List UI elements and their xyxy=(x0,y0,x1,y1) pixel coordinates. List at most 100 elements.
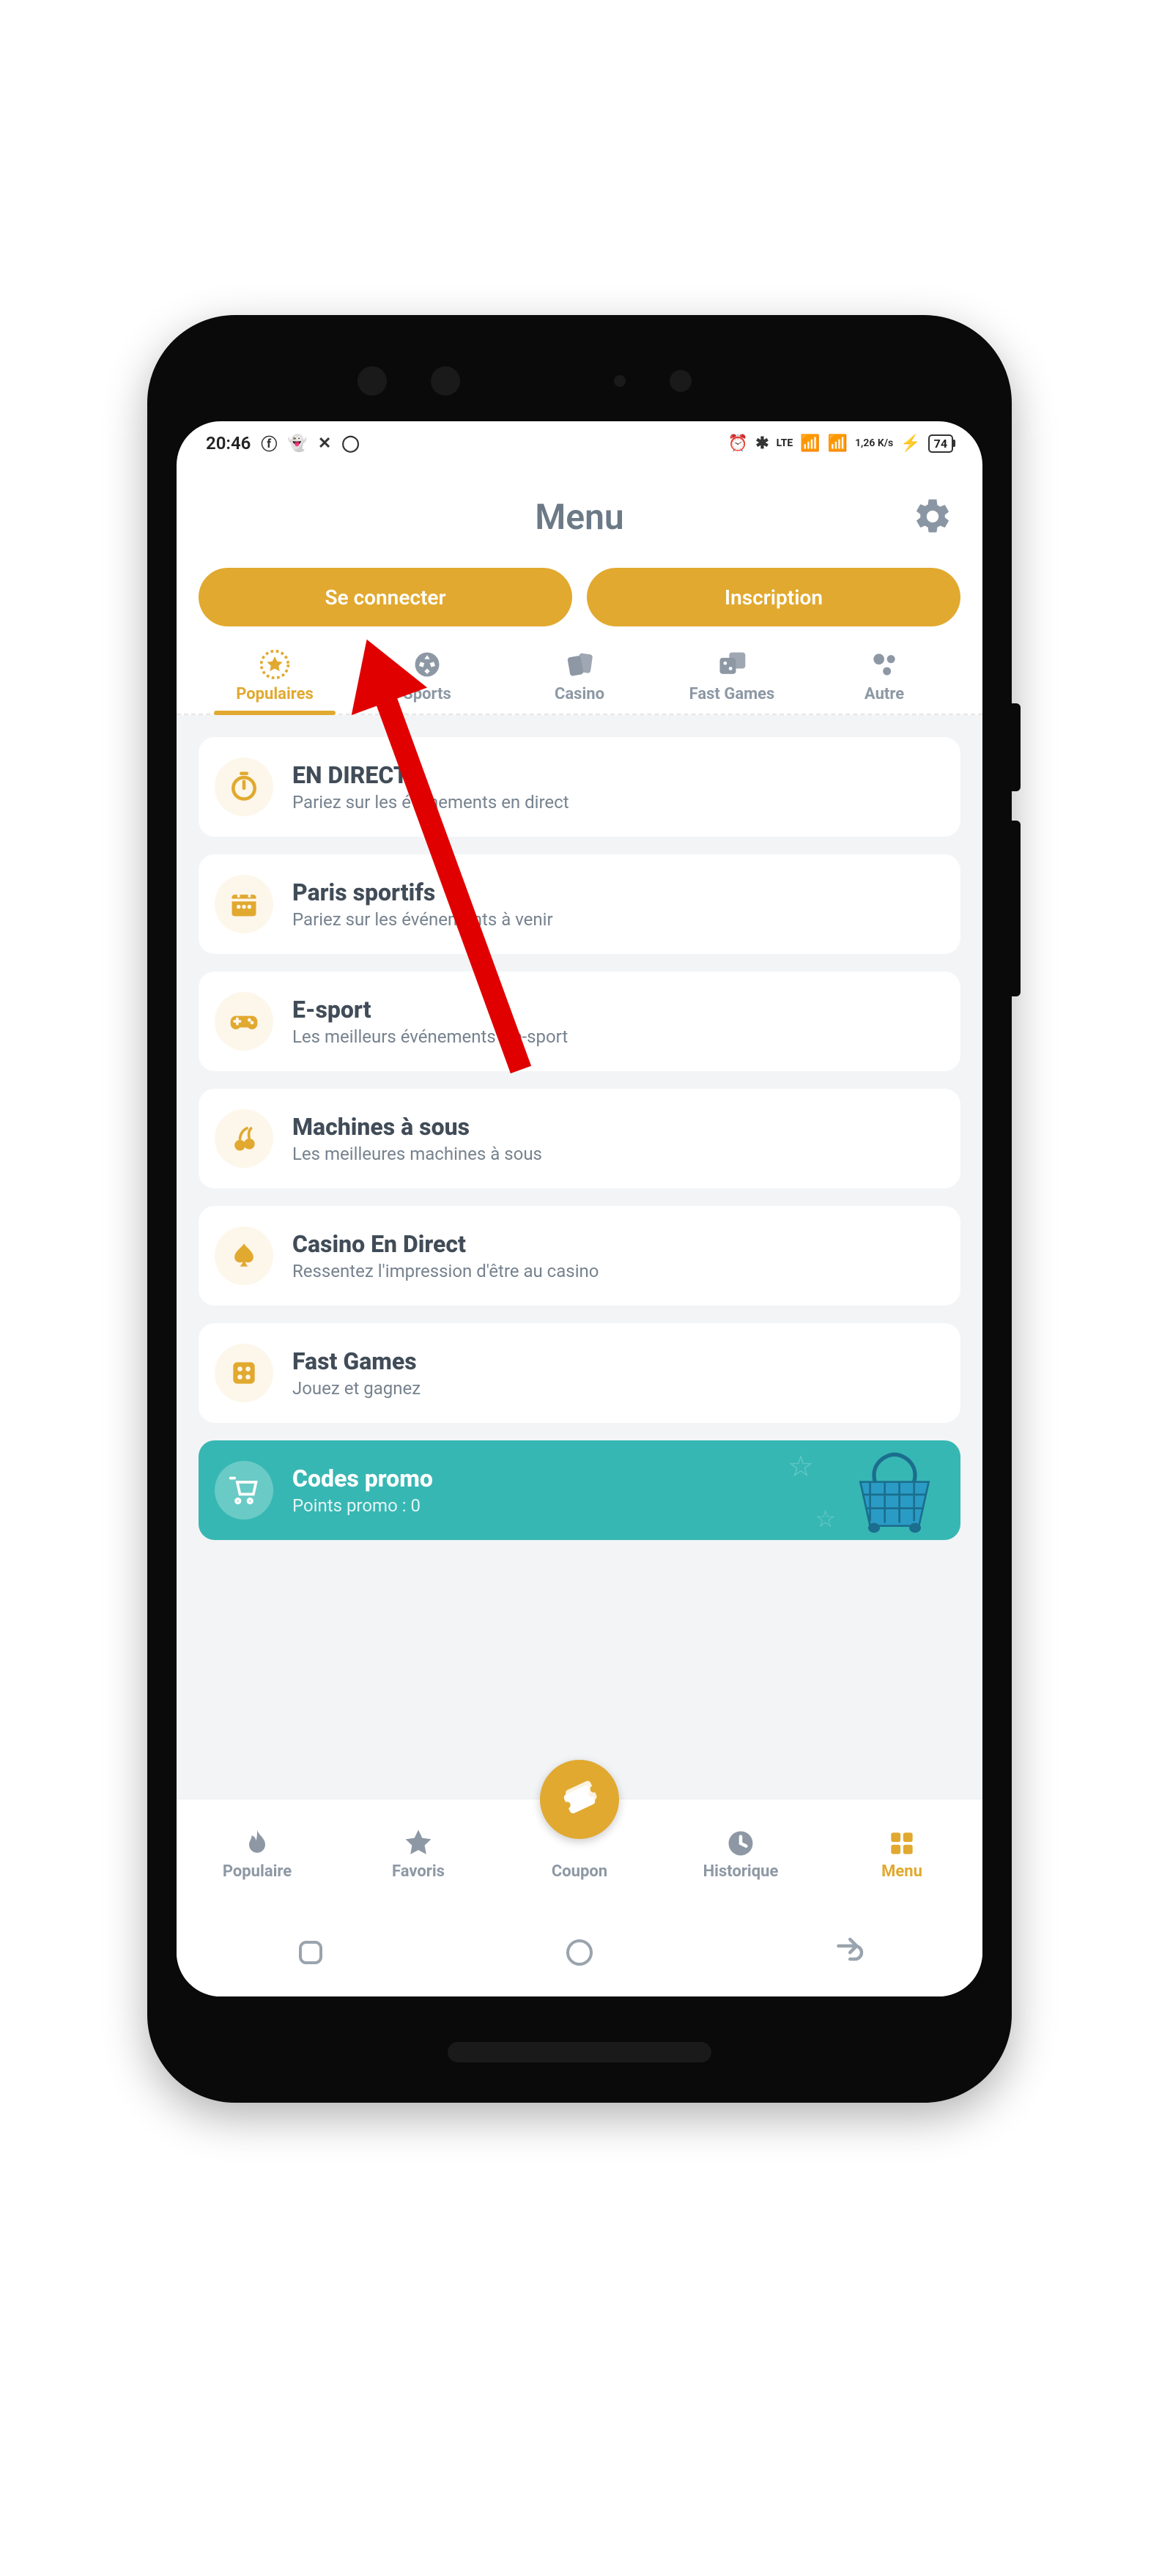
menu-title: EN DIRECT xyxy=(292,761,569,789)
battery-level: 74 xyxy=(928,434,953,453)
nav-label: Populaire xyxy=(223,1862,292,1881)
menu-item-live[interactable]: EN DIRECT Pariez sur les événements en d… xyxy=(199,737,960,837)
coupon-fab[interactable] xyxy=(540,1760,619,1839)
cart-icon xyxy=(228,1474,260,1506)
menu-text: E-sport Les meilleurs événements d'e-spo… xyxy=(292,996,568,1047)
menu-item-fast-games[interactable]: Fast Games Jouez et gagnez xyxy=(199,1323,960,1423)
phone-side-button xyxy=(1012,703,1021,791)
network-rate: 1,26 K/s xyxy=(855,437,893,449)
star-badge-icon xyxy=(259,648,291,681)
menu-item-sports[interactable]: Paris sportifs Pariez sur les événements… xyxy=(199,854,960,954)
menu-text: Casino En Direct Ressentez l'impression … xyxy=(292,1230,599,1281)
nav-favoris[interactable]: Favoris xyxy=(338,1827,499,1881)
star-decoration: ☆ xyxy=(815,1505,836,1533)
menu-subtitle: Les meilleures machines à sous xyxy=(292,1144,542,1164)
menu-item-promo[interactable]: ☆ ☆ Codes promo Points promo : 0 xyxy=(199,1440,960,1540)
tab-fast-games[interactable]: Fast Games xyxy=(656,648,808,714)
promo-icon-wrap xyxy=(215,1461,273,1520)
gear-icon xyxy=(912,496,953,537)
nav-historique[interactable]: Historique xyxy=(660,1827,821,1881)
basket-illustration xyxy=(843,1448,946,1536)
nav-populaire[interactable]: Populaire xyxy=(177,1827,338,1881)
dice-icon xyxy=(228,1357,260,1389)
tab-populaires[interactable]: Populaires xyxy=(199,648,351,714)
nav-label: Favoris xyxy=(392,1862,445,1881)
menu-item-slots[interactable]: Machines à sous Les meilleures machines … xyxy=(199,1089,960,1188)
ticket-icon xyxy=(559,1779,600,1820)
whatsapp-icon: ◯ xyxy=(341,434,360,453)
android-recents[interactable] xyxy=(289,1931,333,1974)
promo-subtitle: Points promo : 0 xyxy=(292,1495,433,1516)
menu-icon-wrap xyxy=(215,875,273,933)
cherry-icon xyxy=(228,1122,260,1155)
signal-icon-2: 📶 xyxy=(828,434,848,453)
phone-speaker xyxy=(448,2042,711,2062)
clock-icon xyxy=(725,1827,757,1859)
circle-icon xyxy=(562,1935,597,1970)
menu-text: EN DIRECT Pariez sur les événements en d… xyxy=(292,761,569,813)
lte-label: LTE xyxy=(777,437,793,449)
tab-label: Populaires xyxy=(236,685,314,703)
menu-title: Paris sportifs xyxy=(292,878,553,906)
missed-call-icon: ✕ xyxy=(318,434,331,453)
auth-row: Se connecter Inscription xyxy=(177,568,982,641)
menu-icon-wrap xyxy=(215,992,273,1051)
square-icon xyxy=(293,1935,328,1970)
soccer-icon xyxy=(411,648,443,681)
menu-item-esport[interactable]: E-sport Les meilleurs événements d'e-spo… xyxy=(199,971,960,1071)
phone-frame: 20:46 ⓕ 👻 ✕ ◯ ⏰ ✱ LTE 📶 📶 1,26 K/s ⚡ 74 … xyxy=(147,315,1012,2103)
settings-button[interactable] xyxy=(912,496,953,537)
status-left: 20:46 ⓕ 👻 ✕ ◯ xyxy=(206,432,360,455)
nav-label: Menu xyxy=(881,1862,922,1881)
menu-subtitle: Jouez et gagnez xyxy=(292,1378,421,1399)
status-time: 20:46 xyxy=(206,433,251,454)
facebook-icon: ⓕ xyxy=(261,432,277,455)
app-content: Menu Se connecter Inscription Populaires… xyxy=(177,465,982,1996)
alarm-icon: ⏰ xyxy=(728,434,748,453)
nav-menu[interactable]: Menu xyxy=(821,1827,982,1881)
phone-notch xyxy=(147,359,1012,403)
bluetooth-icon: ✱ xyxy=(755,434,769,453)
menu-item-live-casino[interactable]: Casino En Direct Ressentez l'impression … xyxy=(199,1206,960,1306)
flame-icon xyxy=(241,1827,273,1859)
login-button[interactable]: Se connecter xyxy=(199,568,572,626)
more-icon xyxy=(868,648,900,681)
bottom-nav: Populaire Favoris Coupon Historique Menu xyxy=(177,1799,982,1909)
menu-subtitle: Ressentez l'impression d'être au casino xyxy=(292,1261,599,1281)
menu-subtitle: Pariez sur les événements à venir xyxy=(292,909,553,930)
nav-label: Historique xyxy=(703,1862,779,1881)
tab-sports[interactable]: Sports xyxy=(351,648,503,714)
status-bar: 20:46 ⓕ 👻 ✕ ◯ ⏰ ✱ LTE 📶 📶 1,26 K/s ⚡ 74 xyxy=(177,421,982,465)
android-nav xyxy=(177,1909,982,1996)
stopwatch-icon xyxy=(228,771,260,803)
snapchat-icon: 👻 xyxy=(287,434,307,453)
menu-text: Machines à sous Les meilleures machines … xyxy=(292,1113,542,1164)
promo-title: Codes promo xyxy=(292,1465,433,1492)
menu-text: Paris sportifs Pariez sur les événements… xyxy=(292,878,553,930)
header-title: Menu xyxy=(535,496,623,538)
signal-icon: 📶 xyxy=(800,434,820,453)
menu-subtitle: Pariez sur les événements en direct xyxy=(292,792,569,813)
menu-title: Casino En Direct xyxy=(292,1230,599,1258)
menu-title: E-sport xyxy=(292,996,568,1024)
screen: 20:46 ⓕ 👻 ✕ ◯ ⏰ ✱ LTE 📶 📶 1,26 K/s ⚡ 74 … xyxy=(177,421,982,1996)
android-back[interactable] xyxy=(826,1931,870,1974)
star-icon xyxy=(402,1827,434,1859)
menu-list: EN DIRECT Pariez sur les événements en d… xyxy=(177,715,982,1799)
dice-icon xyxy=(716,648,748,681)
tab-autre[interactable]: Autre xyxy=(808,648,960,714)
tab-casino[interactable]: Casino xyxy=(503,648,656,714)
menu-title: Machines à sous xyxy=(292,1113,542,1141)
status-right: ⏰ ✱ LTE 📶 📶 1,26 K/s ⚡ 74 xyxy=(728,434,953,453)
register-button[interactable]: Inscription xyxy=(587,568,960,626)
tab-label: Casino xyxy=(555,685,604,703)
menu-icon-wrap xyxy=(215,1226,273,1285)
back-icon xyxy=(829,1933,868,1972)
android-home[interactable] xyxy=(558,1931,601,1974)
spade-icon xyxy=(228,1240,260,1272)
menu-title: Fast Games xyxy=(292,1347,421,1375)
category-tabs: Populaires Sports Casino Fast Games Autr… xyxy=(177,641,982,715)
phone-side-button xyxy=(1012,821,1021,996)
nav-label: Coupon xyxy=(552,1862,607,1881)
cards-icon xyxy=(563,648,596,681)
